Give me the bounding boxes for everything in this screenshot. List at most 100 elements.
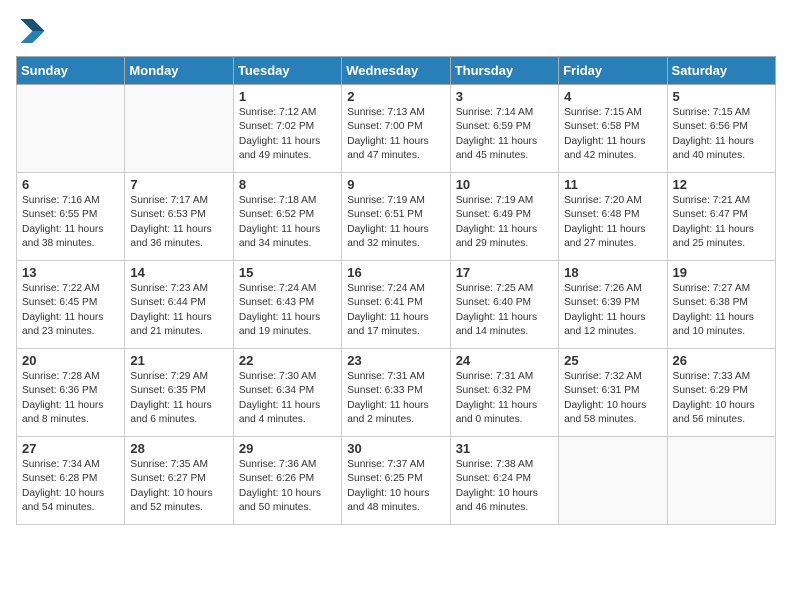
weekday-header: Thursday bbox=[450, 57, 558, 85]
day-number: 30 bbox=[347, 441, 444, 456]
weekday-header: Friday bbox=[559, 57, 667, 85]
week-row: 27 Sunrise: 7:34 AMSunset: 6:28 PMDayligh… bbox=[17, 437, 776, 525]
day-detail: Sunrise: 7:15 AMSunset: 6:56 PMDaylight:… bbox=[673, 106, 770, 163]
weekday-header: Monday bbox=[125, 57, 233, 85]
day-number: 15 bbox=[239, 265, 336, 280]
day-number: 20 bbox=[22, 353, 119, 368]
calendar-cell bbox=[559, 437, 667, 525]
calendar-cell: 3 Sunrise: 7:14 AMSunset: 6:59 PMDaylight… bbox=[450, 85, 558, 173]
weekday-header: Wednesday bbox=[342, 57, 450, 85]
calendar-cell: 13 Sunrise: 7:22 AMSunset: 6:45 PMDayligh… bbox=[17, 261, 125, 349]
calendar-cell: 19 Sunrise: 7:27 AMSunset: 6:38 PMDayligh… bbox=[667, 261, 775, 349]
day-detail: Sunrise: 7:38 AMSunset: 6:24 PMDaylight:… bbox=[456, 458, 553, 515]
day-detail: Sunrise: 7:13 AMSunset: 7:00 PMDaylight:… bbox=[347, 106, 444, 163]
calendar-cell: 20 Sunrise: 7:28 AMSunset: 6:36 PMDayligh… bbox=[17, 349, 125, 437]
day-number: 19 bbox=[673, 265, 770, 280]
day-number: 13 bbox=[22, 265, 119, 280]
day-detail: Sunrise: 7:27 AMSunset: 6:38 PMDaylight:… bbox=[673, 282, 770, 339]
day-detail: Sunrise: 7:16 AMSunset: 6:55 PMDaylight:… bbox=[22, 194, 119, 251]
calendar-cell: 7 Sunrise: 7:17 AMSunset: 6:53 PMDaylight… bbox=[125, 173, 233, 261]
calendar-cell: 17 Sunrise: 7:25 AMSunset: 6:40 PMDayligh… bbox=[450, 261, 558, 349]
day-detail: Sunrise: 7:12 AMSunset: 7:02 PMDaylight:… bbox=[239, 106, 336, 163]
calendar-cell: 8 Sunrise: 7:18 AMSunset: 6:52 PMDaylight… bbox=[233, 173, 341, 261]
logo-icon bbox=[16, 16, 46, 46]
calendar-cell bbox=[125, 85, 233, 173]
calendar-cell: 29 Sunrise: 7:36 AMSunset: 6:26 PMDayligh… bbox=[233, 437, 341, 525]
day-detail: Sunrise: 7:15 AMSunset: 6:58 PMDaylight:… bbox=[564, 106, 661, 163]
calendar-cell: 9Sunrise: 7:19 AMSunset: 6:51 PMDaylight… bbox=[342, 173, 450, 261]
day-detail: Sunrise: 7:28 AMSunset: 6:36 PMDaylight:… bbox=[22, 370, 119, 427]
calendar-cell: 28Sunrise: 7:35 AMSunset: 6:27 PMDayligh… bbox=[125, 437, 233, 525]
day-detail: Sunrise: 7:29 AMSunset: 6:35 PMDaylight:… bbox=[130, 370, 227, 427]
calendar-cell: 11 Sunrise: 7:20 AMSunset: 6:48 PMDayligh… bbox=[559, 173, 667, 261]
day-number: 1 bbox=[239, 89, 336, 104]
day-detail: Sunrise: 7:17 AMSunset: 6:53 PMDaylight:… bbox=[130, 194, 227, 251]
day-number: 28 bbox=[130, 441, 227, 456]
day-detail: Sunrise: 7:36 AMSunset: 6:26 PMDaylight:… bbox=[239, 458, 336, 515]
day-detail: Sunrise: 7:31 AMSunset: 6:33 PMDaylight:… bbox=[347, 370, 444, 427]
day-detail: Sunrise: 7:24 AMSunset: 6:41 PMDaylight:… bbox=[347, 282, 444, 339]
calendar-cell: 14 Sunrise: 7:23 AMSunset: 6:44 PMDayligh… bbox=[125, 261, 233, 349]
calendar-cell: 4 Sunrise: 7:15 AMSunset: 6:58 PMDaylight… bbox=[559, 85, 667, 173]
day-detail: Sunrise: 7:14 AMSunset: 6:59 PMDaylight:… bbox=[456, 106, 553, 163]
day-number: 11 bbox=[564, 177, 661, 192]
day-number: 17 bbox=[456, 265, 553, 280]
day-number: 21 bbox=[130, 353, 227, 368]
day-detail: Sunrise: 7:20 AMSunset: 6:48 PMDaylight:… bbox=[564, 194, 661, 251]
day-number: 23 bbox=[347, 353, 444, 368]
calendar-cell: 5Sunrise: 7:15 AMSunset: 6:56 PMDaylight… bbox=[667, 85, 775, 173]
calendar-cell: 31 Sunrise: 7:38 AMSunset: 6:24 PMDayligh… bbox=[450, 437, 558, 525]
day-number: 14 bbox=[130, 265, 227, 280]
day-detail: Sunrise: 7:37 AMSunset: 6:25 PMDaylight:… bbox=[347, 458, 444, 515]
day-number: 7 bbox=[130, 177, 227, 192]
day-number: 4 bbox=[564, 89, 661, 104]
calendar-header-row: SundayMondayTuesdayWednesdayThursdayFrid… bbox=[17, 57, 776, 85]
weekday-header: Sunday bbox=[17, 57, 125, 85]
week-row: 13 Sunrise: 7:22 AMSunset: 6:45 PMDayligh… bbox=[17, 261, 776, 349]
day-number: 31 bbox=[456, 441, 553, 456]
week-row: 20 Sunrise: 7:28 AMSunset: 6:36 PMDayligh… bbox=[17, 349, 776, 437]
calendar-cell: 26Sunrise: 7:33 AMSunset: 6:29 PMDayligh… bbox=[667, 349, 775, 437]
day-detail: Sunrise: 7:21 AMSunset: 6:47 PMDaylight:… bbox=[673, 194, 770, 251]
calendar-cell: 16 Sunrise: 7:24 AMSunset: 6:41 PMDayligh… bbox=[342, 261, 450, 349]
calendar-cell: 30 Sunrise: 7:37 AMSunset: 6:25 PMDayligh… bbox=[342, 437, 450, 525]
day-number: 27 bbox=[22, 441, 119, 456]
day-number: 22 bbox=[239, 353, 336, 368]
day-detail: Sunrise: 7:19 AMSunset: 6:49 PMDaylight:… bbox=[456, 194, 553, 251]
day-detail: Sunrise: 7:34 AMSunset: 6:28 PMDaylight:… bbox=[22, 458, 119, 515]
page-header bbox=[16, 16, 776, 46]
calendar-cell: 22 Sunrise: 7:30 AMSunset: 6:34 PMDayligh… bbox=[233, 349, 341, 437]
calendar-cell: 27 Sunrise: 7:34 AMSunset: 6:28 PMDayligh… bbox=[17, 437, 125, 525]
calendar-cell: 25Sunrise: 7:32 AMSunset: 6:31 PMDayligh… bbox=[559, 349, 667, 437]
calendar-cell: 10Sunrise: 7:19 AMSunset: 6:49 PMDayligh… bbox=[450, 173, 558, 261]
day-detail: Sunrise: 7:30 AMSunset: 6:34 PMDaylight:… bbox=[239, 370, 336, 427]
calendar-cell: 15 Sunrise: 7:24 AMSunset: 6:43 PMDayligh… bbox=[233, 261, 341, 349]
day-number: 3 bbox=[456, 89, 553, 104]
day-number: 16 bbox=[347, 265, 444, 280]
calendar-cell bbox=[17, 85, 125, 173]
day-detail: Sunrise: 7:25 AMSunset: 6:40 PMDaylight:… bbox=[456, 282, 553, 339]
week-row: 6Sunrise: 7:16 AMSunset: 6:55 PMDaylight… bbox=[17, 173, 776, 261]
day-detail: Sunrise: 7:23 AMSunset: 6:44 PMDaylight:… bbox=[130, 282, 227, 339]
day-number: 29 bbox=[239, 441, 336, 456]
day-detail: Sunrise: 7:26 AMSunset: 6:39 PMDaylight:… bbox=[564, 282, 661, 339]
day-detail: Sunrise: 7:18 AMSunset: 6:52 PMDaylight:… bbox=[239, 194, 336, 251]
day-number: 25 bbox=[564, 353, 661, 368]
day-detail: Sunrise: 7:22 AMSunset: 6:45 PMDaylight:… bbox=[22, 282, 119, 339]
calendar-cell: 2 Sunrise: 7:13 AMSunset: 7:00 PMDaylight… bbox=[342, 85, 450, 173]
day-number: 18 bbox=[564, 265, 661, 280]
week-row: 1 Sunrise: 7:12 AMSunset: 7:02 PMDaylight… bbox=[17, 85, 776, 173]
day-number: 8 bbox=[239, 177, 336, 192]
day-number: 2 bbox=[347, 89, 444, 104]
day-detail: Sunrise: 7:24 AMSunset: 6:43 PMDaylight:… bbox=[239, 282, 336, 339]
calendar-cell: 23 Sunrise: 7:31 AMSunset: 6:33 PMDayligh… bbox=[342, 349, 450, 437]
day-number: 9 bbox=[347, 177, 444, 192]
day-number: 12 bbox=[673, 177, 770, 192]
calendar-cell: 18 Sunrise: 7:26 AMSunset: 6:39 PMDayligh… bbox=[559, 261, 667, 349]
weekday-header: Tuesday bbox=[233, 57, 341, 85]
calendar-cell: 21 Sunrise: 7:29 AMSunset: 6:35 PMDayligh… bbox=[125, 349, 233, 437]
weekday-header: Saturday bbox=[667, 57, 775, 85]
calendar-table: SundayMondayTuesdayWednesdayThursdayFrid… bbox=[16, 56, 776, 525]
calendar-cell: 1 Sunrise: 7:12 AMSunset: 7:02 PMDaylight… bbox=[233, 85, 341, 173]
logo bbox=[16, 16, 50, 46]
